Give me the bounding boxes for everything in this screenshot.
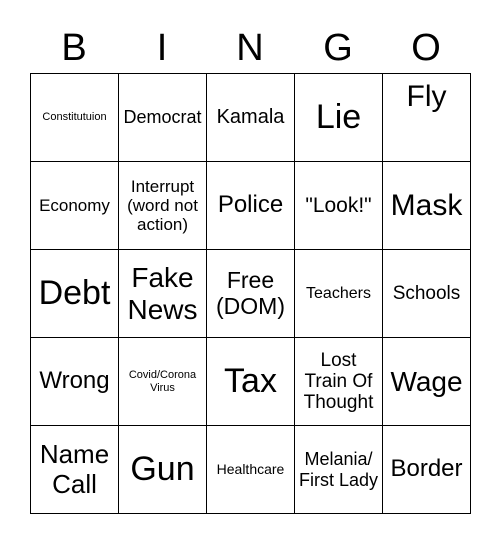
bingo-cell[interactable]: Healthcare <box>207 426 295 514</box>
bingo-cell[interactable]: Democrat <box>119 74 207 162</box>
header-letter: O <box>411 27 441 69</box>
bingo-cell[interactable]: "Look!" <box>295 162 383 250</box>
bingo-cell[interactable]: Wage <box>383 338 471 426</box>
bingo-cell[interactable]: Border <box>383 426 471 514</box>
header-letter: G <box>323 27 353 69</box>
bingo-cell[interactable]: Lie <box>295 74 383 162</box>
bingo-header: B I N G O <box>30 22 470 74</box>
bingo-cell[interactable]: Covid/Corona Virus <box>119 338 207 426</box>
bingo-cell[interactable]: Wrong <box>31 338 119 426</box>
bingo-cell[interactable]: Kamala <box>207 74 295 162</box>
header-letter: I <box>156 27 168 69</box>
bingo-cell[interactable]: Lost Train Of Thought <box>295 338 383 426</box>
bingo-cell[interactable]: Melania/ First Lady <box>295 426 383 514</box>
header-letter: N <box>236 27 264 69</box>
bingo-cell[interactable]: Teachers <box>295 250 383 338</box>
bingo-cell[interactable]: Schools <box>383 250 471 338</box>
bingo-cell[interactable]: Gun <box>119 426 207 514</box>
bingo-cell[interactable]: Constitutuion <box>31 74 119 162</box>
bingo-cell[interactable]: Name Call <box>31 426 119 514</box>
bingo-cell[interactable]: Debt <box>31 250 119 338</box>
bingo-cell[interactable]: Tax <box>207 338 295 426</box>
bingo-cell[interactable]: Interrupt (word not action) <box>119 162 207 250</box>
bingo-cell[interactable]: Economy <box>31 162 119 250</box>
bingo-cell[interactable]: Fake News <box>119 250 207 338</box>
bingo-cell[interactable]: Free (DOM) <box>207 250 295 338</box>
bingo-cell[interactable]: Fly <box>383 74 471 162</box>
header-letter: B <box>61 27 87 69</box>
bingo-cell[interactable]: Mask <box>383 162 471 250</box>
bingo-grid: Constitutuion Democrat Kamala Lie Fly Economy… <box>30 73 471 514</box>
bingo-cell[interactable]: Police <box>207 162 295 250</box>
